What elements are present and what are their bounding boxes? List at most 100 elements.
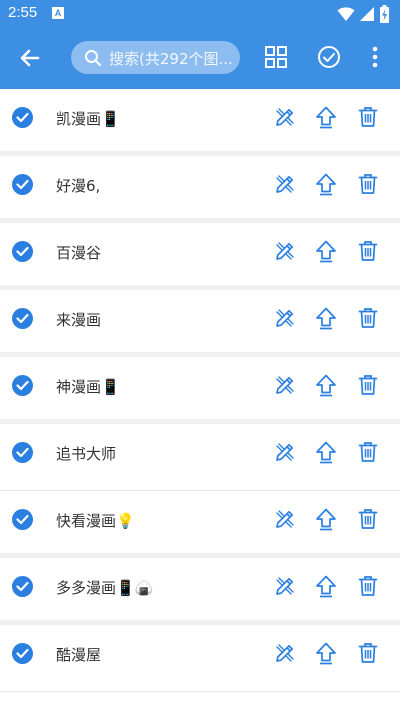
signal-icon <box>360 7 374 21</box>
arrow-up-icon <box>316 642 336 665</box>
notification-icon: A <box>52 7 64 19</box>
move-to-top-button[interactable] <box>314 574 338 598</box>
delete-button[interactable] <box>356 641 380 665</box>
list-item[interactable]: 酷漫屋 <box>0 625 400 692</box>
row-checkbox[interactable] <box>12 308 33 329</box>
delete-button[interactable] <box>356 574 380 598</box>
source-list: 凯漫画📱 好漫6, 百漫谷 来漫画 神漫画📱 追书大师 快看漫画💡 多多漫画📱🍙… <box>0 89 400 692</box>
list-item[interactable]: 凯漫画📱 <box>0 89 400 156</box>
source-name: 好漫6, <box>56 177 101 195</box>
trash-icon <box>358 509 378 529</box>
arrow-up-icon <box>316 575 336 598</box>
source-name: 快看漫画💡 <box>56 512 135 530</box>
checkmark-icon <box>16 313 29 324</box>
edit-pencil-icon <box>276 510 294 528</box>
trash-icon <box>358 308 378 328</box>
status-time: 2:55 <box>8 4 38 21</box>
back-arrow-icon <box>20 49 40 67</box>
status-bar: 2:55 A <box>0 0 400 27</box>
edit-button[interactable] <box>273 172 297 196</box>
move-to-top-button[interactable] <box>314 373 338 397</box>
checkmark-icon <box>16 246 29 257</box>
check-circle-icon <box>318 46 340 68</box>
row-checkbox[interactable] <box>12 174 33 195</box>
list-item[interactable]: 好漫6, <box>0 156 400 223</box>
trash-icon <box>358 174 378 194</box>
edit-pencil-icon <box>276 376 294 394</box>
arrow-up-icon <box>316 307 336 330</box>
edit-button[interactable] <box>273 507 297 531</box>
trash-icon <box>358 241 378 261</box>
edit-button[interactable] <box>273 373 297 397</box>
source-name: 百漫谷 <box>56 244 102 262</box>
status-icons <box>337 5 390 23</box>
source-name: 凯漫画📱 <box>56 110 120 128</box>
search-icon <box>85 50 102 67</box>
list-item[interactable]: 来漫画 <box>0 290 400 357</box>
arrow-up-icon <box>316 508 336 531</box>
select-all-button[interactable] <box>316 44 342 70</box>
edit-pencil-icon <box>276 175 294 193</box>
list-item[interactable]: 多多漫画📱🍙 <box>0 558 400 625</box>
edit-button[interactable] <box>273 574 297 598</box>
edit-button[interactable] <box>273 239 297 263</box>
source-name: 酷漫屋 <box>56 646 102 664</box>
checkmark-icon <box>16 447 29 458</box>
wifi-icon <box>337 7 355 21</box>
edit-button[interactable] <box>273 641 297 665</box>
delete-button[interactable] <box>356 373 380 397</box>
more-options-button[interactable] <box>363 44 387 70</box>
search-input[interactable]: 搜索(共292个图... <box>71 41 240 74</box>
move-to-top-button[interactable] <box>314 507 338 531</box>
battery-charging-icon <box>380 5 389 23</box>
app-toolbar: 搜索(共292个图... <box>0 27 400 89</box>
trash-icon <box>358 107 378 127</box>
list-item[interactable]: 追书大师 <box>0 424 400 491</box>
row-checkbox[interactable] <box>12 643 33 664</box>
delete-button[interactable] <box>356 239 380 263</box>
move-to-top-button[interactable] <box>314 105 338 129</box>
move-to-top-button[interactable] <box>314 239 338 263</box>
source-name: 追书大师 <box>56 445 117 463</box>
checkmark-icon <box>16 380 29 391</box>
row-checkbox[interactable] <box>12 576 33 597</box>
edit-pencil-icon <box>276 443 294 461</box>
arrow-up-icon <box>316 374 336 397</box>
edit-button[interactable] <box>273 105 297 129</box>
arrow-up-icon <box>316 240 336 263</box>
checkmark-icon <box>16 514 29 525</box>
more-vert-icon <box>372 46 378 68</box>
list-item[interactable]: 快看漫画💡 <box>0 491 400 558</box>
row-checkbox[interactable] <box>12 107 33 128</box>
move-to-top-button[interactable] <box>314 641 338 665</box>
grid-icon <box>265 46 287 68</box>
list-item[interactable]: 百漫谷 <box>0 223 400 290</box>
row-checkbox[interactable] <box>12 375 33 396</box>
delete-button[interactable] <box>356 507 380 531</box>
row-checkbox[interactable] <box>12 509 33 530</box>
delete-button[interactable] <box>356 440 380 464</box>
source-name: 神漫画📱 <box>56 378 120 396</box>
move-to-top-button[interactable] <box>314 306 338 330</box>
delete-button[interactable] <box>356 172 380 196</box>
edit-button[interactable] <box>273 440 297 464</box>
grid-view-button[interactable] <box>263 44 289 70</box>
edit-button[interactable] <box>273 306 297 330</box>
move-to-top-button[interactable] <box>314 172 338 196</box>
edit-pencil-icon <box>276 309 294 327</box>
checkmark-icon <box>16 112 29 123</box>
delete-button[interactable] <box>356 306 380 330</box>
source-name: 来漫画 <box>56 311 102 329</box>
trash-icon <box>358 576 378 596</box>
delete-button[interactable] <box>356 105 380 129</box>
back-button[interactable] <box>14 43 46 73</box>
trash-icon <box>358 643 378 663</box>
row-checkbox[interactable] <box>12 241 33 262</box>
edit-pencil-icon <box>276 577 294 595</box>
row-checkbox[interactable] <box>12 442 33 463</box>
arrow-up-icon <box>316 173 336 196</box>
move-to-top-button[interactable] <box>314 440 338 464</box>
list-item[interactable]: 神漫画📱 <box>0 357 400 424</box>
trash-icon <box>358 375 378 395</box>
checkmark-icon <box>16 179 29 190</box>
